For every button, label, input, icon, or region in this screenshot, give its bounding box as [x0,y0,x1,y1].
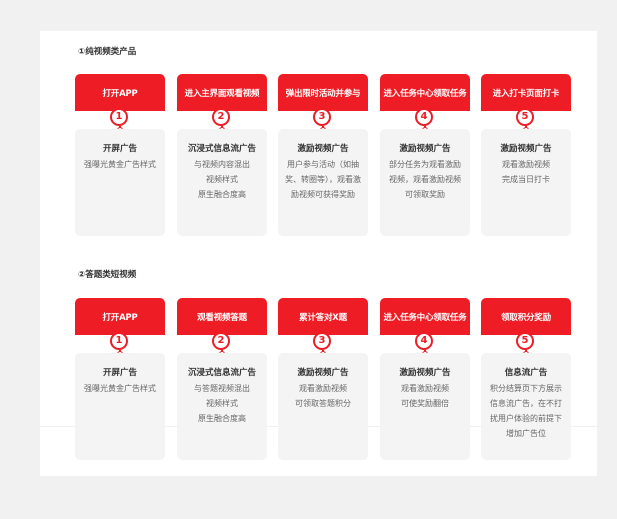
step-ad-type: 激励视频广告 [399,144,451,154]
step-number-badge: 3 [313,332,331,350]
step-description: 用户参与活动（如抽奖、转圈等），观看激励视频可获得奖励 [285,160,361,199]
step-body: 激励视频广告 用户参与活动（如抽奖、转圈等），观看激励视频可获得奖励 [278,129,368,236]
step-body: 信息流广告 积分结算页下方展示信息流广告，在不打扰用户体验的前提下增加广告位 [481,353,571,460]
step-4: 进入任务中心领取任务 4 激励视频广告 观看激励视频 可使奖励翻倍 [380,298,470,468]
step-ad-type: 激励视频广告 [297,368,349,378]
step-header: 累计答对X题 [278,298,368,335]
step-4: 进入任务中心领取任务 4 激励视频广告 部分任务为观看激励视频，观看激励视频可领… [380,74,470,244]
step-header: 进入主界面观看视频 [177,74,267,111]
section-title-quiz: ②答题类短视频 [78,270,137,280]
step-1: 打开APP 1 开屏广告 强曝光黄金广告样式 [75,298,165,468]
step-5: 领取积分奖励 5 信息流广告 积分结算页下方展示信息流广告，在不打扰用户体验的前… [481,298,571,468]
step-header: 弹出限时活动并参与 [278,74,368,111]
step-header: 打开APP [75,74,165,111]
section-title-video: ①纯视频类产品 [78,47,137,57]
step-description: 观看激励视频 可使奖励翻倍 [401,384,449,408]
step-number-badge: 2 [212,332,230,350]
step-number-badge: 1 [110,108,128,126]
step-description: 强曝光黄金广告样式 [84,384,156,393]
step-2: 进入主界面观看视频 2 沉浸式信息流广告 与视频内容混出 视频样式 原生融合度高 [177,74,267,244]
step-5: 进入打卡页面打卡 5 激励视频广告 观看激励视频 完成当日打卡 [481,74,571,244]
step-ad-type: 信息流广告 [504,368,548,378]
diagram-card: ①纯视频类产品 打开APP 1 开屏广告 强曝光黄金广告样式 进入主界面观看视频… [40,31,597,476]
step-body: 激励视频广告 观看激励视频 可领取答题积分 [278,353,368,460]
step-header: 进入任务中心领取任务 [380,298,470,335]
step-number-badge: 3 [313,108,331,126]
step-body: 激励视频广告 观看激励视频 完成当日打卡 [481,129,571,236]
step-description: 观看激励视频 完成当日打卡 [502,160,550,184]
step-header: 领取积分奖励 [481,298,571,335]
step-description: 积分结算页下方展示信息流广告，在不打扰用户体验的前提下增加广告位 [490,384,562,438]
step-body: 激励视频广告 部分任务为观看激励视频，观看激励视频可领取奖励 [380,129,470,236]
step-body: 开屏广告 强曝光黄金广告样式 [75,353,165,460]
step-body: 沉浸式信息流广告 与答题视频混出 视频样式 原生融合度高 [177,353,267,460]
step-number-badge: 4 [415,332,433,350]
step-number-badge: 2 [212,108,230,126]
step-number-badge: 1 [110,332,128,350]
step-description: 与答题视频混出 视频样式 原生融合度高 [194,384,250,423]
step-1: 打开APP 1 开屏广告 强曝光黄金广告样式 [75,74,165,244]
step-number-badge: 5 [516,332,534,350]
step-body: 激励视频广告 观看激励视频 可使奖励翻倍 [380,353,470,460]
step-ad-type: 沉浸式信息流广告 [187,144,256,154]
step-header: 进入任务中心领取任务 [380,74,470,111]
step-ad-type: 沉浸式信息流广告 [187,368,256,378]
flow-row-video: 打开APP 1 开屏广告 强曝光黄金广告样式 进入主界面观看视频 2 沉浸式信息… [75,74,572,244]
step-ad-type: 激励视频广告 [500,144,552,154]
step-ad-type: 开屏广告 [102,144,137,154]
step-header: 打开APP [75,298,165,335]
step-header: 观看视频答题 [177,298,267,335]
step-description: 强曝光黄金广告样式 [84,160,156,169]
step-description: 观看激励视频 可领取答题积分 [295,384,351,408]
step-description: 与视频内容混出 视频样式 原生融合度高 [194,160,250,199]
step-2: 观看视频答题 2 沉浸式信息流广告 与答题视频混出 视频样式 原生融合度高 [177,298,267,468]
flow-row-quiz: 打开APP 1 开屏广告 强曝光黄金广告样式 观看视频答题 2 沉浸式信息流广告… [75,298,572,468]
step-description: 部分任务为观看激励视频，观看激励视频可领取奖励 [389,160,461,199]
step-number-badge: 5 [516,108,534,126]
step-3: 累计答对X题 3 激励视频广告 观看激励视频 可领取答题积分 [278,298,368,468]
step-ad-type: 激励视频广告 [399,368,451,378]
step-body: 开屏广告 强曝光黄金广告样式 [75,129,165,236]
step-ad-type: 开屏广告 [102,368,137,378]
step-number-badge: 4 [415,108,433,126]
step-3: 弹出限时活动并参与 3 激励视频广告 用户参与活动（如抽奖、转圈等），观看激励视… [278,74,368,244]
step-body: 沉浸式信息流广告 与视频内容混出 视频样式 原生融合度高 [177,129,267,236]
step-header: 进入打卡页面打卡 [481,74,571,111]
step-ad-type: 激励视频广告 [297,144,349,154]
